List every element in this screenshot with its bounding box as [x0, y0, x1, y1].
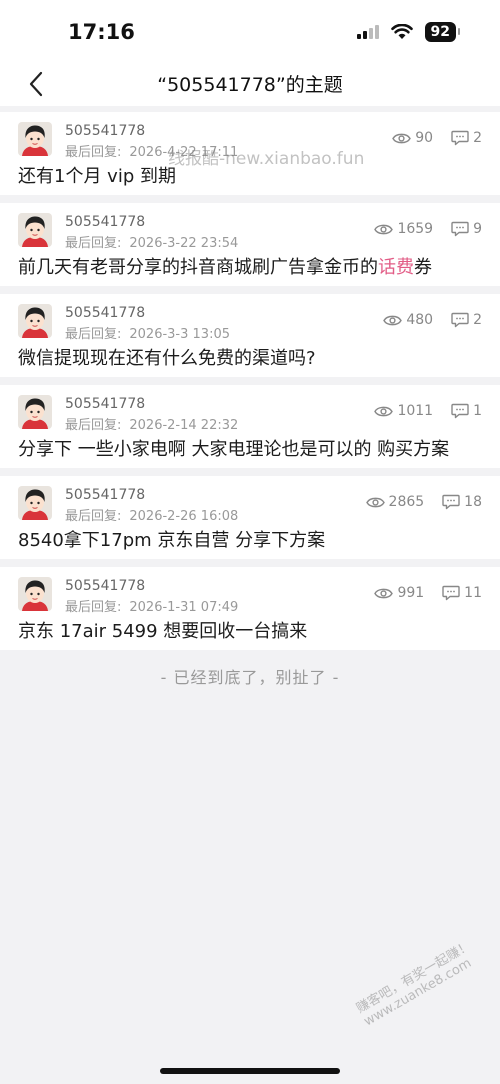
signal-icon	[356, 25, 379, 39]
list-item[interactable]: 505541778 最后回复: 2026-2-14 22:32 1011 1 分享…	[0, 385, 500, 468]
comment-count: 2	[473, 312, 482, 328]
list-item[interactable]: 505541778 最后回复: 2026-3-3 13:05 480 2 微信提现…	[0, 294, 500, 377]
list-item[interactable]: 505541778 最后回复: 2026-1-31 07:49 991 11 京东…	[0, 567, 500, 650]
battery-indicator: 92	[424, 22, 461, 42]
reply-label: 最后回复:	[65, 236, 122, 251]
last-reply: 最后回复: 2026-4-22 17:11	[65, 141, 238, 160]
comment-count: 9	[473, 221, 482, 237]
reply-label: 最后回复:	[65, 145, 122, 160]
eye-icon	[374, 405, 394, 418]
reply-time: 2026-2-14 22:32	[129, 418, 239, 433]
comment-count: 18	[464, 494, 482, 510]
comment-icon	[451, 312, 469, 328]
author-name[interactable]: 505541778	[65, 214, 145, 230]
list-item[interactable]: 505541778 最后回复: 2026-4-22 17:11 90 2 还有1个…	[0, 112, 500, 195]
last-reply: 最后回复: 2026-3-22 23:54	[65, 232, 238, 251]
post-title[interactable]: 还有1个月 vip 到期	[18, 162, 176, 188]
avatar[interactable]	[18, 213, 52, 247]
post-title[interactable]: 微信提现现在还有什么免费的渠道吗?	[18, 344, 316, 370]
post-title-part: 前几天有老哥分享的抖音商城刷广告拿金币的	[18, 257, 378, 278]
avatar[interactable]	[18, 122, 52, 156]
reply-label: 最后回复:	[65, 327, 122, 342]
reply-time: 2026-4-22 17:11	[129, 145, 239, 160]
watermark-corner: 赚客吧，有奖一起赚！www.zuanke8.com	[354, 938, 475, 1030]
reply-label: 最后回复:	[65, 418, 122, 433]
post-stats: 480 2	[383, 312, 482, 328]
comment-count: 2	[473, 130, 482, 146]
view-count: 1659	[397, 221, 434, 237]
page-title: “505541778”的主题	[157, 74, 343, 96]
eye-icon	[392, 132, 412, 145]
avatar[interactable]	[18, 486, 52, 520]
post-stats: 1011 1	[374, 403, 482, 419]
last-reply: 最后回复: 2026-2-26 16:08	[65, 505, 238, 524]
status-time: 17:16	[68, 20, 135, 44]
eye-icon	[374, 223, 394, 236]
list-item[interactable]: 505541778 最后回复: 2026-2-26 16:08 2865 18 8…	[0, 476, 500, 559]
last-reply: 最后回复: 2026-2-14 22:32	[65, 414, 238, 433]
reply-time: 2026-3-22 23:54	[129, 236, 239, 251]
author-name[interactable]: 505541778	[65, 123, 145, 139]
author-name[interactable]: 505541778	[65, 487, 145, 503]
reply-time: 2026-2-26 16:08	[129, 509, 239, 524]
view-count: 1011	[397, 403, 434, 419]
eye-icon	[374, 587, 394, 600]
comment-icon	[451, 221, 469, 237]
comment-icon	[451, 130, 469, 146]
view-count: 90	[415, 130, 434, 146]
post-title[interactable]: 分享下 一些小家电啊 大家电理论也是可以的 购买方案	[18, 435, 449, 461]
eye-icon	[383, 314, 403, 327]
post-title[interactable]: 前几天有老哥分享的抖音商城刷广告拿金币的话费券	[18, 253, 432, 279]
end-of-list-text: - 已经到底了，别扯了 -	[160, 668, 340, 687]
post-list: 505541778 最后回复: 2026-4-22 17:11 90 2 还有1个…	[0, 112, 500, 650]
last-reply: 最后回复: 2026-3-3 13:05	[65, 323, 230, 342]
author-name[interactable]: 505541778	[65, 305, 145, 321]
post-title[interactable]: 8540拿下17pm 京东自营 分享下方案	[18, 526, 325, 552]
reply-time: 2026-1-31 07:49	[129, 600, 239, 615]
author-name[interactable]: 505541778	[65, 396, 145, 412]
comment-count: 11	[464, 585, 482, 601]
post-stats: 90 2	[392, 130, 482, 146]
highlight-keyword: 话费	[378, 257, 414, 278]
reply-time: 2026-3-3 13:05	[129, 327, 230, 342]
post-stats: 991 11	[374, 585, 482, 601]
comment-icon	[442, 585, 460, 601]
eye-icon	[365, 496, 385, 509]
last-reply: 最后回复: 2026-1-31 07:49	[65, 596, 238, 615]
view-count: 480	[406, 312, 434, 328]
post-title[interactable]: 京东 17air 5499 想要回收一台搞来	[18, 617, 307, 643]
home-indicator[interactable]	[160, 1068, 340, 1074]
post-stats: 2865 18	[365, 494, 482, 510]
post-stats: 1659 9	[374, 221, 482, 237]
avatar[interactable]	[18, 577, 52, 611]
status-bar: 17:16 92	[0, 0, 500, 62]
nav-bar: “505541778”的主题	[0, 62, 500, 106]
comment-icon	[442, 494, 460, 510]
wifi-icon	[390, 24, 413, 39]
avatar[interactable]	[18, 304, 52, 338]
view-count: 2865	[388, 494, 425, 510]
post-title-part: 券	[414, 257, 432, 278]
comment-count: 1	[473, 403, 482, 419]
reply-label: 最后回复:	[65, 600, 122, 615]
status-icons: 92	[356, 22, 461, 42]
avatar[interactable]	[18, 395, 52, 429]
header: 17:16 92 “505541778”的主题	[0, 0, 500, 106]
view-count: 991	[397, 585, 425, 601]
author-name[interactable]: 505541778	[65, 578, 145, 594]
reply-label: 最后回复:	[65, 509, 122, 524]
comment-icon	[451, 403, 469, 419]
list-item[interactable]: 505541778 最后回复: 2026-3-22 23:54 1659 9 前几…	[0, 203, 500, 286]
